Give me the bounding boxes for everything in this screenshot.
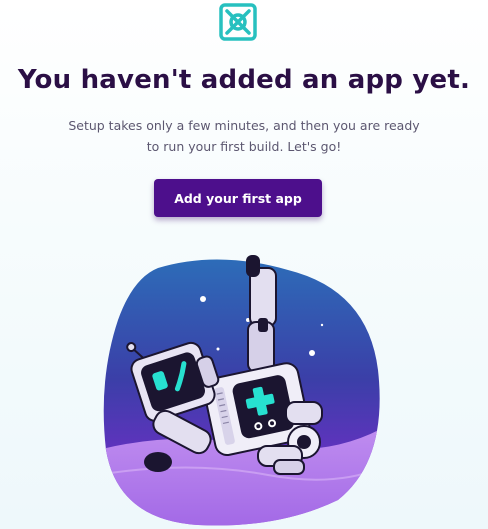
bitrise-logo-icon <box>219 3 257 41</box>
page-title: You haven't added an app yet. <box>17 65 471 95</box>
subtitle-line-1: Setup takes only a few minutes, and then… <box>68 118 420 133</box>
page-subtitle: Setup takes only a few minutes, and then… <box>44 115 444 157</box>
robot-illustration <box>103 255 380 526</box>
subtitle-line-2: to run your first build. Let's go! <box>146 139 342 154</box>
add-first-app-button[interactable]: Add your first app <box>154 179 322 217</box>
